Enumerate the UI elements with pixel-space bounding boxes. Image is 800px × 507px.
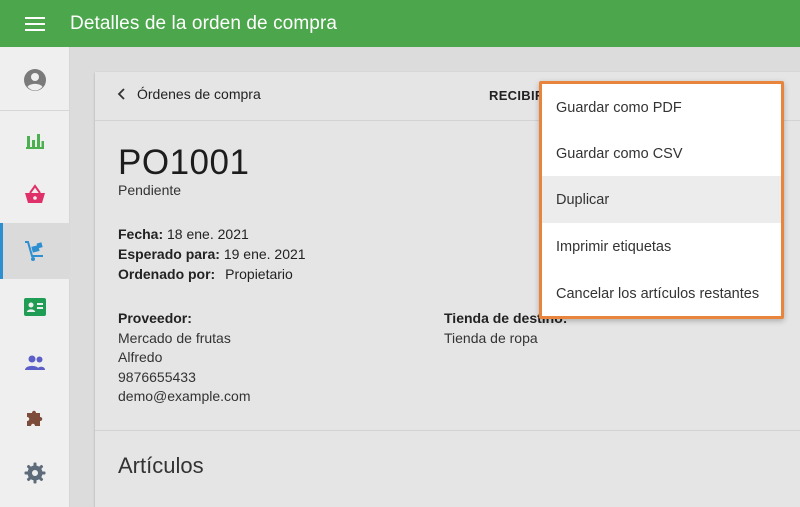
bar-chart-icon bbox=[26, 134, 44, 149]
ordered-by-label: Ordenado por: bbox=[118, 266, 216, 282]
page-title: Detalles de la orden de compra bbox=[70, 12, 338, 34]
po-status: Pendiente bbox=[118, 182, 182, 198]
supplier-contact: Alfredo bbox=[118, 349, 163, 365]
supplier-email: demo@example.com bbox=[118, 388, 251, 404]
sidebar-item-integrations[interactable] bbox=[0, 390, 70, 446]
back-to-purchase-orders-link[interactable]: Órdenes de compra bbox=[115, 86, 261, 102]
expected-row: Esperado para: 19 ene. 2021 bbox=[118, 246, 306, 262]
date-row: Fecha: 18 ene. 2021 bbox=[118, 226, 249, 242]
section-divider bbox=[95, 430, 800, 431]
app-bar: Detalles de la orden de compra bbox=[0, 0, 800, 47]
destination-store-value: Tienda de ropa bbox=[444, 329, 538, 346]
menu-item-duplicate[interactable]: Duplicar bbox=[542, 176, 781, 223]
supplier-block: Proveedor: Mercado de frutas Alfredo 987… bbox=[118, 309, 251, 407]
sidebar-item-profile[interactable] bbox=[0, 52, 70, 108]
receive-button[interactable]: RECIBIR bbox=[489, 88, 545, 103]
basket-icon bbox=[25, 184, 45, 203]
people-icon bbox=[25, 355, 45, 370]
expected-value: 19 ene. 2021 bbox=[223, 246, 306, 262]
menu-item-print-labels[interactable]: Imprimir etiquetas bbox=[542, 223, 781, 270]
hand-truck-icon bbox=[25, 241, 43, 261]
date-label: Fecha: bbox=[118, 226, 164, 242]
expected-label: Esperado para: bbox=[118, 246, 220, 262]
sidebar-item-employees[interactable] bbox=[0, 335, 70, 391]
gear-icon bbox=[24, 462, 46, 484]
supplier-name: Mercado de frutas bbox=[118, 329, 231, 346]
po-number: PO1001 bbox=[118, 143, 250, 182]
items-section-title: Artículos bbox=[118, 453, 204, 478]
sidebar-item-reports[interactable] bbox=[0, 112, 70, 168]
supplier-phone: 9876655433 bbox=[118, 368, 196, 385]
sidebar-divider bbox=[0, 110, 70, 111]
puzzle-icon bbox=[27, 410, 43, 426]
user-circle-icon bbox=[24, 69, 46, 91]
contact-card-icon bbox=[24, 298, 46, 316]
ordered-by-value: Propietario bbox=[225, 266, 293, 282]
date-value: 18 ene. 2021 bbox=[167, 226, 249, 242]
sidebar-item-settings[interactable] bbox=[0, 445, 70, 501]
menu-item-save-csv[interactable]: Guardar como CSV bbox=[542, 130, 781, 177]
sidebar bbox=[0, 47, 70, 507]
supplier-label: Proveedor: bbox=[118, 310, 192, 326]
sidebar-item-inventory[interactable] bbox=[0, 223, 70, 279]
hamburger-menu-button[interactable] bbox=[0, 0, 70, 47]
ordered-by-row: Ordenado por: Propietario bbox=[118, 266, 293, 282]
menu-item-cancel-remaining[interactable]: Cancelar los artículos restantes bbox=[542, 270, 781, 317]
sidebar-item-sales[interactable] bbox=[0, 167, 70, 223]
more-actions-menu: Guardar como PDF Guardar como CSV Duplic… bbox=[539, 81, 784, 319]
back-link-label: Órdenes de compra bbox=[137, 86, 261, 102]
sidebar-item-customers[interactable] bbox=[0, 279, 70, 335]
chevron-left-icon bbox=[117, 88, 125, 100]
menu-item-save-pdf[interactable]: Guardar como PDF bbox=[542, 84, 781, 131]
hamburger-menu-icon bbox=[25, 16, 45, 31]
